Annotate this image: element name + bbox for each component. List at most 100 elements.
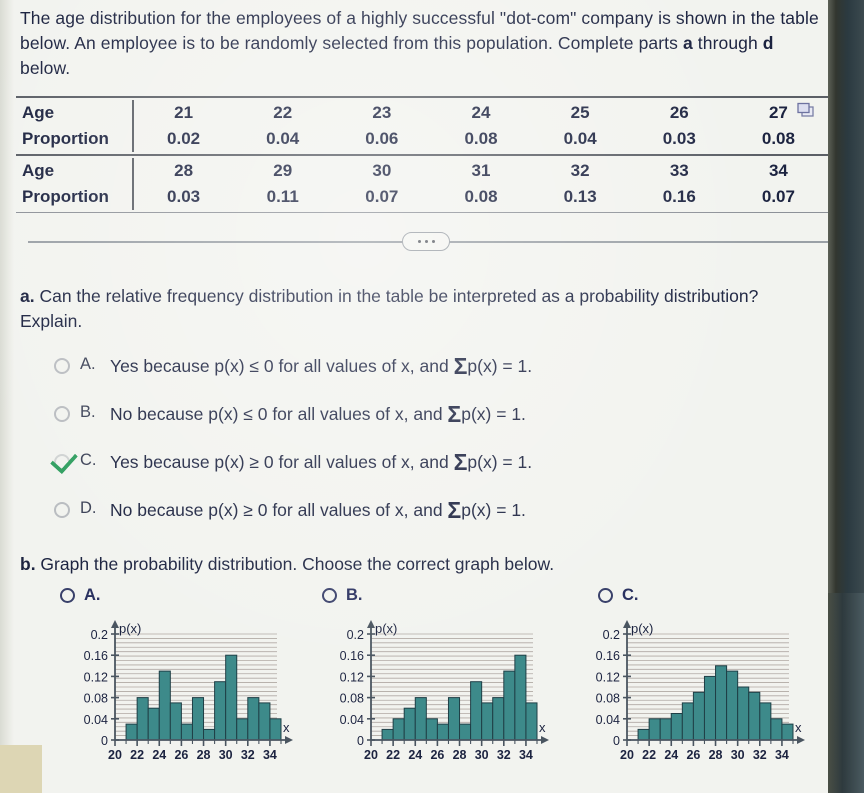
bar	[659, 718, 672, 741]
bar	[648, 718, 661, 741]
x-tick-label: 24	[152, 748, 166, 762]
radio-button-d[interactable]	[54, 502, 70, 518]
copy-windows-icon[interactable]	[796, 102, 816, 118]
table-row-proportion-top: Proportion 0.02 0.04 0.06 0.08 0.04 0.03…	[16, 126, 828, 152]
option-c-post: p(x) = 1.	[467, 452, 533, 472]
x-tick-label: 28	[709, 748, 723, 762]
bar	[492, 697, 505, 741]
table-block-bottom: Age 28 29 30 31 32 33 34 Proportion 0.03…	[16, 156, 828, 212]
option-a-pre: Yes because p(x) ≤ 0 for all values of x…	[110, 356, 454, 376]
table-cell: 0.02	[167, 129, 201, 148]
bar	[481, 702, 494, 741]
y-tick-label: 0.12	[84, 670, 108, 684]
graph-choice-a-label: A.	[84, 586, 101, 604]
option-c-key: C.	[80, 451, 97, 469]
option-a-key: A.	[80, 355, 96, 373]
option-a[interactable]: A. Yes because p(x) ≤ 0 for all values o…	[54, 355, 794, 403]
bar	[681, 702, 694, 741]
part-a-options: A. Yes because p(x) ≤ 0 for all values o…	[54, 355, 794, 547]
graph-c-svg: 0 0.04 0.08 0.12 0.16 0.2 20 22 24 26 28 30 32 34 p(x)…	[596, 620, 805, 762]
y-axis-label: p(x)	[375, 621, 397, 636]
option-c-pre: Yes because p(x) ≥ 0 for all values of x…	[110, 452, 454, 472]
bar	[759, 702, 772, 741]
y-axis-label: p(x)	[631, 621, 653, 636]
problem-line-3c: below.	[20, 58, 71, 78]
radio-button-c-selected[interactable]	[54, 454, 70, 470]
y-tick-label: 0	[101, 734, 108, 748]
x-tick-label: 34	[775, 748, 789, 762]
y-tick-label: 0.04	[340, 713, 364, 727]
bar	[180, 723, 193, 741]
graph-a[interactable]: 0 0.04 0.08 0.12 0.16 0.2 20 22 24 26 28 30 32 34 p(x)…	[60, 618, 295, 766]
graph-c[interactable]: 0 0.04 0.08 0.12 0.16 0.2 20 22 24 26 28 30 32 34 p(x)…	[572, 618, 807, 766]
age-proportion-table: Age 21 22 23 24 25 26 27 Proportion 0.02…	[16, 96, 828, 213]
bar	[525, 702, 538, 741]
graph-b[interactable]: 0 0.04 0.08 0.12 0.16 0.2 20 22 24 26 28 30 32 34 p(x)…	[316, 618, 551, 766]
y-tick-label: 0.2	[603, 628, 620, 642]
option-d[interactable]: D. No because p(x) ≥ 0 for all values of…	[54, 499, 794, 547]
table-header-proportion-bottom: Proportion	[16, 184, 134, 210]
table-cell: 31	[471, 161, 491, 180]
part-b-label: b.	[20, 554, 36, 574]
option-a-post: p(x) = 1.	[467, 356, 533, 376]
problem-content: The age distribution for the employees o…	[14, 0, 828, 793]
table-cell: 0.08	[464, 129, 498, 148]
bar	[392, 718, 405, 741]
ellipsis-icon[interactable]	[402, 232, 450, 251]
option-b[interactable]: B. No because p(x) ≤ 0 for all values of…	[54, 403, 794, 451]
graph-choice-b[interactable]: B.	[322, 586, 363, 605]
screen-left-edge	[0, 0, 14, 793]
bar	[269, 718, 282, 741]
x-axis-label: x	[283, 720, 290, 735]
bar	[670, 713, 683, 741]
x-tick-label: 26	[430, 748, 444, 762]
option-a-text: Yes because p(x) ≤ 0 for all values of x…	[110, 353, 533, 379]
x-axis-label: x	[795, 720, 802, 735]
bar	[225, 654, 238, 741]
part-b-question: b. Graph the probability distribution. C…	[20, 554, 826, 575]
y-tick-label: 0.2	[91, 628, 108, 642]
x-tick-label: 34	[263, 748, 277, 762]
x-tick-label: 22	[386, 748, 400, 762]
bar	[703, 675, 717, 741]
graph-choice-a[interactable]: A.	[60, 586, 101, 605]
table-cell: 0.08	[464, 187, 498, 206]
table-cell: 22	[273, 103, 293, 122]
radio-button-a[interactable]	[54, 358, 70, 374]
problem-line-1: The age distribution for the employees o…	[20, 8, 776, 28]
part-a-ref: a	[682, 33, 693, 53]
radio-button-graph-b[interactable]	[322, 588, 337, 603]
x-tick-label: 28	[453, 748, 467, 762]
radio-button-b[interactable]	[54, 406, 70, 422]
option-d-text: No because p(x) ≥ 0 for all values of x,…	[110, 499, 526, 522]
x-tick-label: 24	[664, 748, 678, 762]
x-tick-label: 26	[686, 748, 700, 762]
section-divider	[28, 232, 828, 252]
graph-choice-c[interactable]: C.	[598, 586, 639, 605]
table-header-age-top: Age	[16, 100, 134, 126]
table-cell: 0.03	[662, 129, 696, 148]
x-tick-label: 32	[241, 748, 255, 762]
bar	[214, 681, 227, 741]
table-cell: 23	[372, 103, 392, 122]
table-cell: 0.16	[662, 187, 696, 206]
x-tick-label: 22	[642, 748, 656, 762]
bar	[737, 686, 750, 741]
table-block-top: Age 21 22 23 24 25 26 27 Proportion 0.02…	[16, 98, 828, 154]
radio-button-graph-c[interactable]	[598, 588, 613, 603]
bar	[436, 723, 449, 741]
x-tick-label: 32	[497, 748, 511, 762]
x-tick-label: 24	[408, 748, 422, 762]
y-tick-label: 0.08	[84, 692, 108, 706]
x-tick-label: 20	[108, 748, 122, 762]
bar	[236, 718, 249, 741]
y-tick-label: 0	[613, 734, 620, 748]
graph-a-svg: 0 0.04 0.08 0.12 0.16 0.2 20 22 24 26 28 30 32 34 p(x)…	[84, 620, 293, 762]
radio-button-graph-a[interactable]	[60, 588, 75, 603]
table-cell: 0.04	[563, 129, 597, 148]
y-tick-label: 0.16	[84, 649, 108, 663]
screen-right-edge-dark-lower	[828, 593, 864, 793]
option-c[interactable]: C. Yes because p(x) ≥ 0 for all values o…	[54, 451, 794, 499]
bar	[147, 707, 160, 741]
sigma-icon: Σ	[453, 353, 468, 379]
